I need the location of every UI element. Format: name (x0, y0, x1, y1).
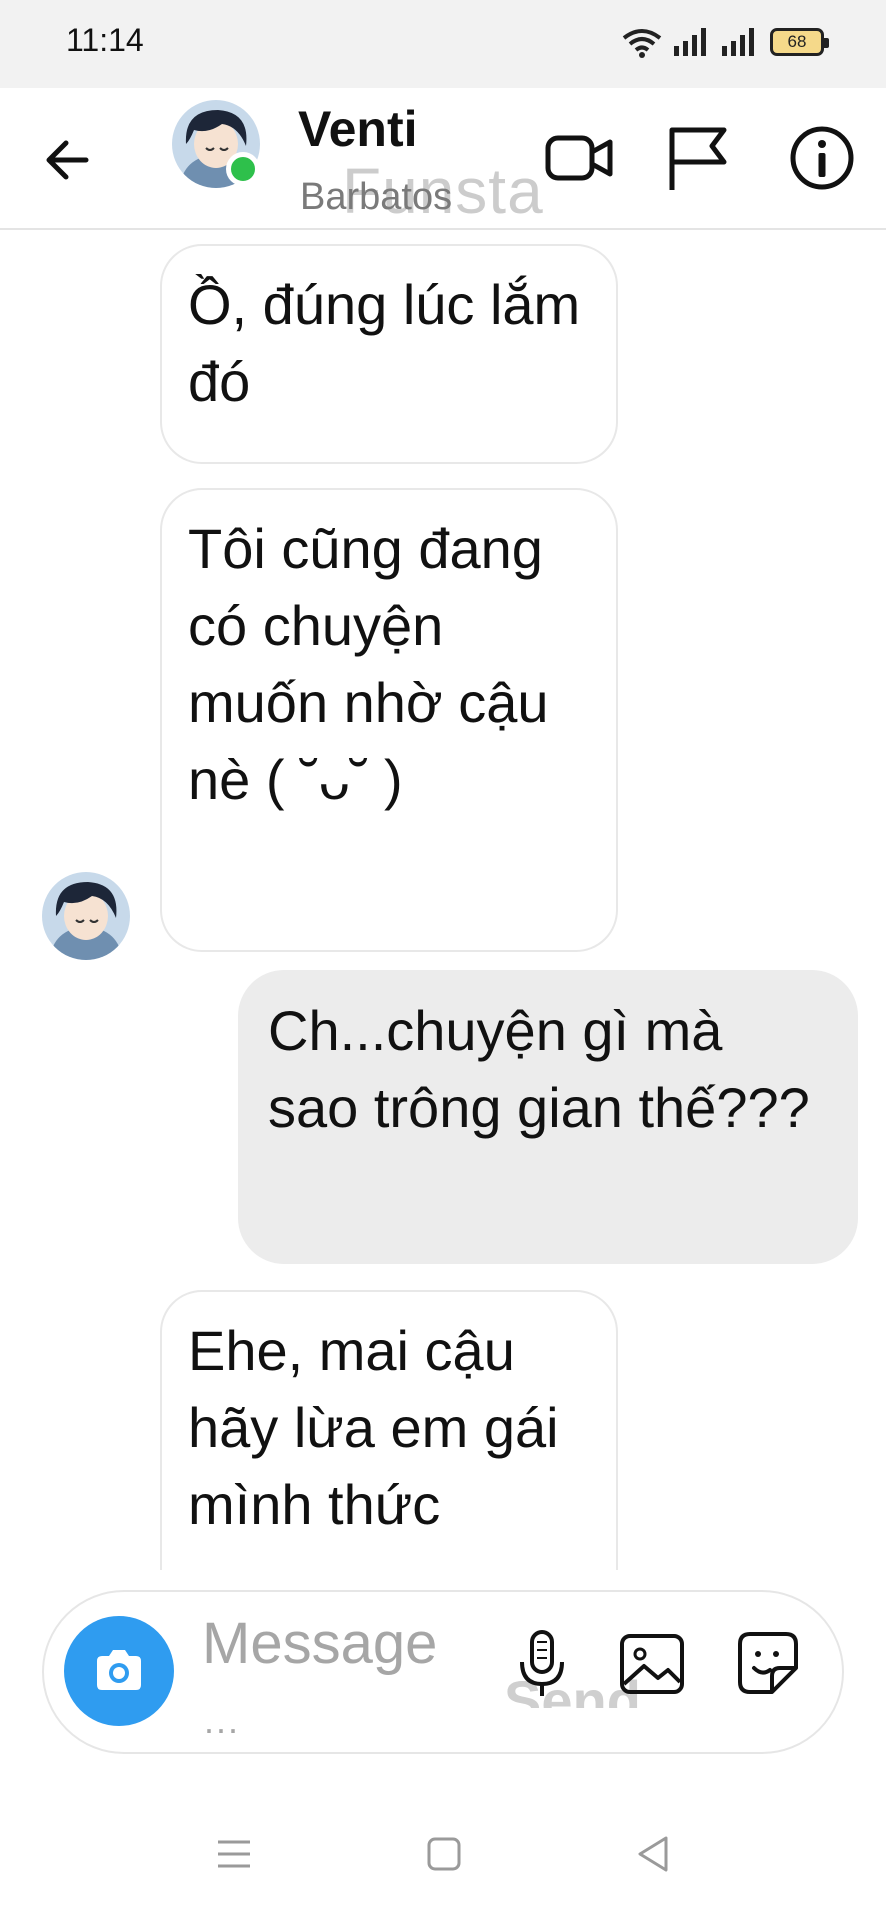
message-composer: Send Message ... (42, 1590, 844, 1754)
status-time: 11:14 (66, 22, 144, 58)
wifi-icon (622, 29, 662, 58)
home-icon[interactable] (414, 1824, 474, 1884)
chat-header: Venti Funsta Barbatos (0, 88, 886, 230)
online-status-dot (226, 152, 260, 186)
message-bubble[interactable]: Ồ, đúng lúc lắm đó (160, 244, 618, 464)
avatar-illustration (42, 872, 130, 960)
menu-icon[interactable] (204, 1824, 264, 1884)
signal-icon (674, 28, 706, 56)
message-bubble[interactable]: Ch...chuyện gì mà sao trông gian thế??? (238, 970, 858, 1264)
message-bubble[interactable]: Tôi cũng đang có chuyện muốn nhờ cậu nè … (160, 488, 618, 952)
status-bar: 11:14 68 (0, 0, 886, 88)
signal-icon-2 (722, 28, 754, 56)
contact-name[interactable]: Venti (298, 100, 417, 158)
microphone-icon[interactable] (504, 1626, 580, 1702)
sticker-icon[interactable] (730, 1626, 806, 1702)
contact-subtitle: Barbatos (300, 176, 453, 218)
message-list[interactable]: Ồ, đúng lúc lắm đó Tôi cũng đang có chuy… (0, 230, 886, 1570)
message-input[interactable]: Message (202, 1610, 437, 1677)
arrow-left-icon[interactable] (36, 128, 100, 192)
status-icons: 68 (622, 22, 829, 62)
video-camera-icon[interactable] (544, 122, 616, 194)
flag-icon[interactable] (662, 122, 734, 194)
info-icon[interactable] (786, 122, 858, 194)
camera-icon (97, 1650, 141, 1690)
battery-icon: 68 (770, 28, 829, 56)
system-navigation-bar (0, 1800, 886, 1920)
camera-button[interactable] (64, 1616, 174, 1726)
back-triangle-icon[interactable] (624, 1824, 684, 1884)
contact-avatar[interactable] (172, 100, 260, 188)
avatar[interactable] (42, 872, 130, 960)
message-input-ellipsis: ... (204, 1700, 241, 1741)
image-icon[interactable] (614, 1626, 690, 1702)
message-bubble[interactable]: Ehe, mai cậu hãy lừa em gái mình thức (160, 1290, 618, 1570)
